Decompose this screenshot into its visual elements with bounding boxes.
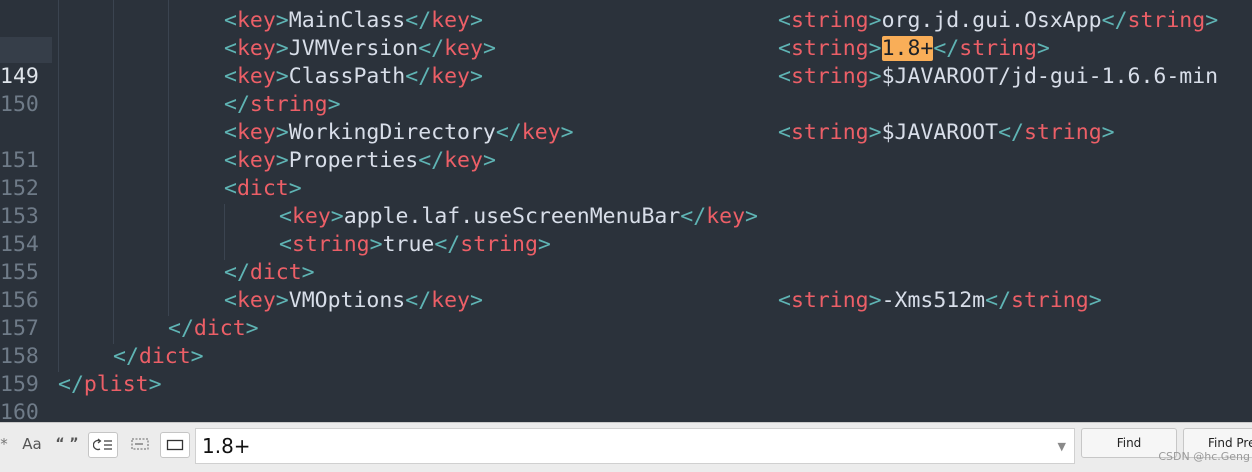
code-line: 158 </dict> (0, 316, 259, 369)
wrap-icon (93, 438, 112, 451)
code-line: 156 </dict> (0, 260, 315, 313)
plist-key: WorkingDirectory (288, 120, 496, 145)
code-line: 151 <key>WorkingDirectory</key> <string>… (0, 120, 1115, 173)
highlight-matches-toggle[interactable] (160, 432, 190, 458)
code-line-wrapped: </string> (224, 92, 341, 117)
code-line: <dict> (0, 0, 1252, 7)
in-selection-toggle[interactable] (126, 432, 154, 456)
code-line: 152 <key>Properties</key> (0, 148, 496, 201)
plist-value: $JAVAROOT/jd-gui-1.6.6-min (881, 64, 1219, 89)
code-line: 148 <key>MainClass</key> <string>org.jd.… (0, 7, 1252, 61)
code-line: 150 <key>ClassPath</key> <string>$JAVARO… (0, 64, 1219, 117)
search-input[interactable] (202, 433, 1042, 459)
code-editor[interactable]: <dict> 148 <key>MainClass</key> <string>… (0, 0, 1252, 422)
code-line: 159 </dict> (0, 344, 204, 397)
plist-value: $JAVAROOT (881, 120, 999, 145)
code-line: 157 <key>VMOptions</key> <string>-Xms512… (0, 288, 1102, 341)
plist-key: JVMVersion (288, 36, 419, 61)
plist-value: org.jd.gui.OsxApp (881, 8, 1102, 33)
code-line: 154 <key>apple.laf.useScreenMenuBar</key… (0, 204, 758, 257)
watermark: CSDN @hc.Geng (1158, 450, 1250, 463)
whole-word-toggle[interactable]: “ ” (54, 432, 80, 456)
plist-key: ClassPath (288, 64, 406, 89)
plist-value: true (382, 232, 435, 257)
highlight-matches-icon (166, 439, 184, 451)
search-match-highlight: 1.8+ (881, 36, 934, 61)
code-line-active: 149 <key>JVMVersion</key> <string>1.8+</… (0, 36, 1050, 89)
code-line: 160 </plist> (0, 371, 1252, 422)
plist-key: Properties (288, 148, 419, 173)
plist-key: MainClass (288, 8, 406, 33)
find-panel: * Aa “ ” ▼ Find Find Prev (0, 422, 1252, 472)
find-field[interactable]: ▼ (195, 428, 1075, 464)
case-sensitive-toggle[interactable]: Aa (20, 432, 44, 456)
in-selection-icon (131, 438, 149, 450)
code-line: 161 (0, 399, 1252, 422)
history-dropdown-icon[interactable]: ▼ (1058, 440, 1066, 453)
code-line: 153 <dict> (0, 176, 302, 229)
code-line: 155 <string>true</string> (0, 232, 551, 285)
plist-key: VMOptions (288, 288, 406, 313)
plist-key: apple.laf.useScreenMenuBar (343, 204, 681, 229)
wrap-toggle[interactable] (88, 432, 118, 458)
regex-toggle[interactable]: * (0, 432, 8, 456)
plist-value: -Xms512m (881, 288, 986, 313)
